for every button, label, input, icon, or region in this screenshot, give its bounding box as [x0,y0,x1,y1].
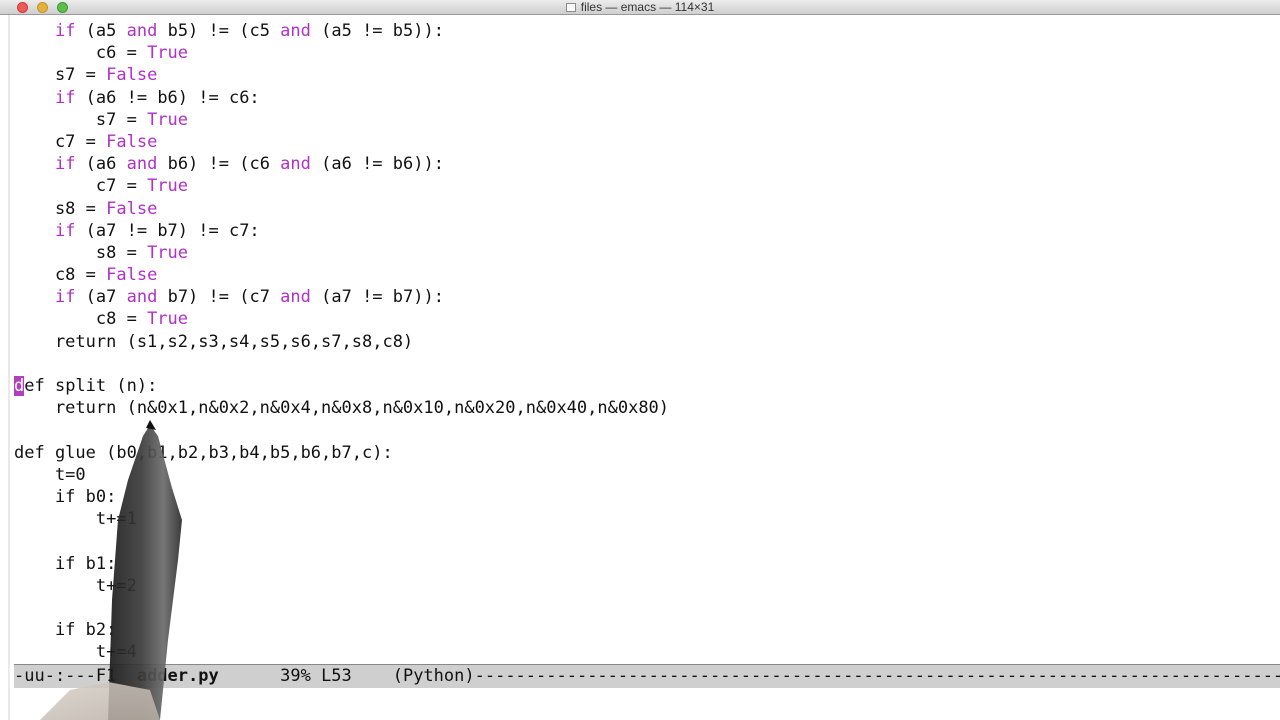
code-token: c6 = [14,43,148,64]
code-keyword: if [54,154,76,175]
modeline-fill: ----------------------------------------… [474,666,1280,686]
code-line[interactable]: if (a6 != b6) != c6: [14,87,1280,109]
code-line[interactable]: if (a7 != b7) != c7: [14,220,1280,242]
modeline-buffer-name: adder.py [136,666,219,686]
code-keyword: False [106,198,158,219]
modeline-status: -uu-:---F1 [14,666,137,686]
window-title: files — emacs — 114×31 [580,0,715,14]
code-token: if b0: [14,486,117,507]
code-keyword: True [147,43,189,64]
code-line[interactable]: c7 = True [14,175,1280,197]
code-line[interactable]: return (n&0x1,n&0x2,n&0x4,n&0x8,n&0x10,n… [14,397,1280,419]
code-line[interactable] [14,419,1280,441]
code-token: b6) != (c6 [157,154,281,175]
code-token: c7 = [14,176,148,197]
code-line[interactable]: if (a7 and b7) != (c7 and (a7 != b7)): [14,286,1280,308]
code-line[interactable]: def glue (b0,b1,b2,b3,b4,b5,b6,b7,c): [14,442,1280,464]
code-line[interactable]: if b0: [14,486,1280,508]
code-keyword: and [126,21,158,41]
modeline-major-mode: (Python) [392,666,475,686]
code-line[interactable]: c7 = False [14,131,1280,153]
code-token: (a7 != b7)): [310,287,444,308]
code-token: s8 = [14,198,107,219]
text-cursor: d [14,376,25,396]
code-line[interactable] [14,530,1280,552]
code-token: (a7 != b7) != c7: [75,220,260,241]
code-token: (a5 [75,21,127,41]
code-token: b7) != (c7 [157,287,281,308]
code-line[interactable]: t+=2 [14,575,1280,597]
code-line[interactable]: c8 = True [14,308,1280,330]
code-keyword: if [54,287,76,308]
code-line[interactable]: t=0 [14,464,1280,486]
code-token: c8 = [14,309,148,330]
code-token: if b1: [14,553,117,574]
code-keyword: and [126,287,158,308]
code-token: return (s1,s2,s3,s4,s5,s6,s7,s8,c8) [14,331,414,352]
code-keyword: if [54,87,76,108]
code-line[interactable]: return (s1,s2,s3,s4,s5,s6,s7,s8,c8) [14,331,1280,353]
code-token: (a6 != b6)): [310,154,444,175]
code-keyword: if [54,21,76,41]
code-keyword: True [147,309,189,330]
window-left-edge [8,15,10,720]
code-line[interactable]: t+=4 [14,641,1280,663]
code-keyword: and [126,154,158,175]
code-token: s7 = [14,65,107,86]
code-keyword: False [106,265,158,286]
window-title-group: files — emacs — 114×31 [0,0,1280,15]
code-token: (a5 != b5)): [310,21,444,41]
code-keyword: and [280,287,311,308]
code-token: c7 = [14,131,107,152]
code-token: def glue (b0,b1,b2,b3,b4,b5,b6,b7,c): [14,442,393,463]
code-keyword: True [147,109,189,130]
code-token: (a6 != b6) != c6: [75,87,260,108]
code-line[interactable]: t+=1 [14,508,1280,530]
code-keyword: True [147,242,189,263]
code-token: return (n&0x1,n&0x2,n&0x4,n&0x8,n&0x10,n… [14,398,670,419]
code-token: t=0 [14,464,86,485]
code-token: if b2: [14,620,117,641]
code-token: s8 = [14,242,148,263]
code-token: b5) != (c5 [157,21,281,41]
code-keyword: False [106,65,158,86]
code-token: ef split (n): [24,376,158,396]
code-editor[interactable]: if (a5 and b5) != (c5 and (a5 != b5)): c… [14,20,1280,664]
code-keyword: True [147,176,189,197]
code-token: t+=1 [14,509,137,530]
modeline-position: 39% L53 [218,666,393,686]
code-line[interactable] [14,597,1280,619]
code-token: (a7 [75,287,127,308]
minibuffer[interactable] [14,688,1280,720]
code-line[interactable]: if b1: [14,553,1280,575]
code-line[interactable]: if b2: [14,619,1280,641]
emacs-mode-line: -uu-:---F1 adder.py 39% L53 (Python)----… [14,664,1280,688]
document-icon [565,3,576,12]
code-keyword: and [280,21,311,41]
code-line[interactable]: if (a5 and b5) != (c5 and (a5 != b5)): [14,20,1280,42]
code-token: t+=4 [14,642,137,663]
code-line[interactable]: c8 = False [14,264,1280,286]
code-keyword: if [54,220,76,241]
code-line[interactable] [14,353,1280,375]
code-keyword: False [106,131,158,152]
code-token: (a6 [75,154,127,175]
code-line[interactable]: s8 = True [14,242,1280,264]
code-token: t+=2 [14,575,137,596]
code-line[interactable]: if (a6 and b6) != (c6 and (a6 != b6)): [14,153,1280,175]
code-keyword: and [280,154,311,175]
code-line[interactable]: c6 = True [14,42,1280,64]
code-line[interactable]: s7 = True [14,109,1280,131]
window-titlebar: files — emacs — 114×31 [0,0,1280,15]
code-token: c8 = [14,265,107,286]
code-token: s7 = [14,109,148,130]
code-line[interactable]: def split (n): [14,375,1280,397]
code-line[interactable]: s8 = False [14,198,1280,220]
code-line[interactable]: s7 = False [14,64,1280,86]
